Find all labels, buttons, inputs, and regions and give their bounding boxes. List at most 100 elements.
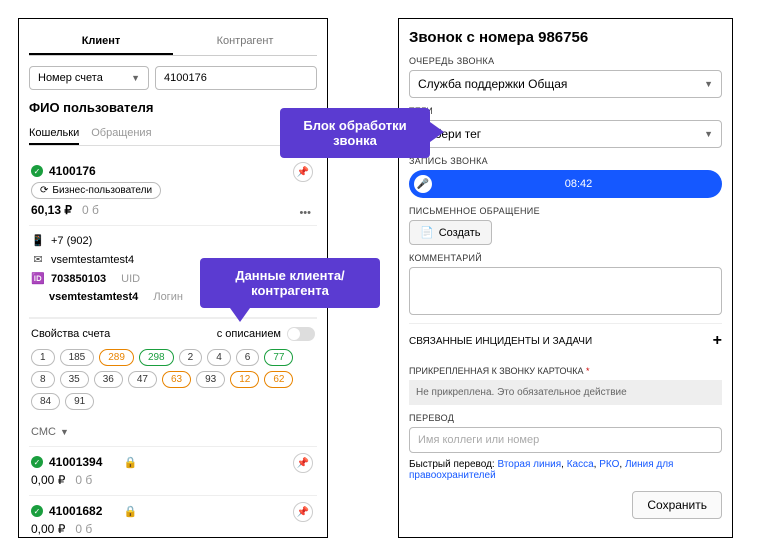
prop-chip[interactable]: 8 bbox=[31, 371, 55, 388]
wallet-bonus: 0 б bbox=[82, 203, 99, 217]
prop-chip[interactable]: 298 bbox=[139, 349, 174, 366]
prop-chip[interactable]: 63 bbox=[162, 371, 191, 388]
comment-label: КОММЕНТАРИЙ bbox=[409, 253, 722, 263]
prop-chip[interactable]: 93 bbox=[196, 371, 225, 388]
create-button[interactable]: 📄 Создать bbox=[409, 220, 492, 245]
written-label: ПИСЬМЕННОЕ ОБРАЩЕНИЕ bbox=[409, 206, 722, 216]
audio-time: 08:42 bbox=[440, 178, 717, 190]
rec-label: ЗАПИСЬ ЗВОНКА bbox=[409, 156, 722, 166]
prop-chip[interactable]: 289 bbox=[99, 349, 134, 366]
props-title: Свойства счета bbox=[31, 328, 110, 340]
prop-chip[interactable]: 35 bbox=[60, 371, 89, 388]
uid-label: UID bbox=[121, 273, 140, 285]
tags-select[interactable]: Выбери тег ▼ bbox=[409, 120, 722, 148]
prop-chip[interactable]: 6 bbox=[236, 349, 260, 366]
desc-toggle[interactable] bbox=[287, 327, 315, 341]
quick-transfer: Быстрый перевод: Вторая линия, Касса, РК… bbox=[409, 459, 722, 481]
prop-chip[interactable]: 36 bbox=[94, 371, 123, 388]
queue-label: ОЧЕРЕДЬ ЗВОНКА bbox=[409, 56, 722, 66]
prop-chip[interactable]: 47 bbox=[128, 371, 157, 388]
audio-player[interactable]: 🎤 08:42 bbox=[409, 170, 722, 198]
mini-wallet: 📌 ✓ 41001394 🔒 0,00 ₽ 0 б bbox=[29, 446, 317, 495]
wallet-number: 41001394 bbox=[49, 455, 102, 469]
prop-chip[interactable]: 4 bbox=[207, 349, 231, 366]
prop-chip[interactable]: 185 bbox=[60, 349, 95, 366]
sms-label: СМС bbox=[31, 426, 56, 438]
mini-balance: 0,00 ₽ bbox=[31, 522, 65, 536]
wallet-number: 4100176 bbox=[49, 164, 96, 178]
card-status: Не прикреплена. Это обязательное действи… bbox=[409, 380, 722, 405]
account-type-select[interactable]: Номер счета ▼ bbox=[29, 66, 149, 90]
comment-textarea[interactable] bbox=[409, 267, 722, 315]
plus-icon[interactable]: + bbox=[713, 332, 722, 350]
chevron-down-icon: ▼ bbox=[131, 73, 140, 83]
save-button[interactable]: Сохранить bbox=[632, 491, 722, 519]
account-props: Свойства счета с описанием 1185289298246… bbox=[29, 318, 317, 418]
wallet-balance: 60,13 ₽ bbox=[31, 203, 72, 217]
pin-icon[interactable]: 📌 bbox=[293, 502, 313, 522]
user-fio-label: ФИО пользователя bbox=[29, 100, 317, 115]
callout-client-data: Данные клиента/контрагента bbox=[200, 258, 380, 308]
wallet-card: 📌 ✓ 4100176 ⟳ Бизнес-пользователи 60,13 … bbox=[29, 156, 317, 226]
pin-icon[interactable]: 📌 bbox=[293, 162, 313, 182]
id-icon: 🆔 bbox=[31, 272, 45, 285]
incidents-label: СВЯЗАННЫЕ ИНЦИДЕНТЫ И ЗАДАЧИ bbox=[409, 336, 592, 347]
lock-icon: 🔒 bbox=[124, 505, 138, 518]
phone-icon: 📱 bbox=[31, 234, 45, 247]
doc-icon: 📄 bbox=[420, 226, 434, 239]
subtabs: Кошельки Обращения bbox=[29, 123, 317, 146]
prop-chip[interactable]: 62 bbox=[264, 371, 293, 388]
quick-link[interactable]: РКО bbox=[599, 459, 619, 470]
refresh-icon: ⟳ bbox=[40, 185, 48, 196]
quick-label: Быстрый перевод: bbox=[409, 459, 495, 470]
queue-select[interactable]: Служба поддержки Общая ▼ bbox=[409, 70, 722, 98]
transfer-input[interactable]: Имя коллеги или номер bbox=[409, 427, 722, 453]
mini-wallet: 📌 ✓ 41001682 🔒 0,00 ₽ 0 б bbox=[29, 495, 317, 538]
account-type-label: Номер счета bbox=[38, 72, 103, 84]
call-panel: Звонок с номера 986756 ОЧЕРЕДЬ ЗВОНКА Сл… bbox=[398, 18, 733, 538]
quick-link[interactable]: Касса bbox=[567, 459, 594, 470]
mini-bonus: 0 б bbox=[75, 522, 92, 536]
prop-chip[interactable]: 2 bbox=[179, 349, 203, 366]
call-title: Звонок с номера 986756 bbox=[409, 29, 722, 46]
check-icon: ✓ bbox=[31, 165, 43, 177]
tab-client[interactable]: Клиент bbox=[29, 29, 173, 55]
prop-chip[interactable]: 84 bbox=[31, 393, 60, 410]
subtab-wallets[interactable]: Кошельки bbox=[29, 123, 79, 145]
lock-icon: 🔒 bbox=[124, 456, 138, 469]
tab-counterparty[interactable]: Контрагент bbox=[173, 29, 317, 55]
card-label: ПРИКРЕПЛЕННАЯ К ЗВОНКУ КАРТОЧКА * bbox=[409, 366, 722, 376]
tags-label: ТЕГИ bbox=[409, 106, 722, 116]
prop-chip[interactable]: 1 bbox=[31, 349, 55, 366]
account-number-input[interactable] bbox=[155, 66, 317, 90]
property-chips: 1 185289 298 24677 8 35 36 47 63 93 12 62 84 91 bbox=[31, 349, 315, 410]
prop-chip[interactable]: 12 bbox=[230, 371, 259, 388]
prop-chip[interactable]: 91 bbox=[65, 393, 94, 410]
toggle-label: с описанием bbox=[217, 328, 281, 340]
email-value: vsemtestamtest4 bbox=[51, 254, 134, 266]
mic-icon: 🎤 bbox=[414, 175, 432, 193]
badge-text: Бизнес-пользователи bbox=[52, 185, 152, 196]
login-value: vsemtestamtest4 bbox=[49, 291, 138, 303]
sms-section[interactable]: СМС ▼ bbox=[29, 418, 317, 446]
quick-link[interactable]: Вторая линия bbox=[497, 459, 561, 470]
create-label: Создать bbox=[439, 227, 481, 239]
incidents-section[interactable]: СВЯЗАННЫЕ ИНЦИДЕНТЫ И ЗАДАЧИ + bbox=[409, 323, 722, 358]
chevron-down-icon: ▼ bbox=[704, 129, 713, 139]
prop-chip[interactable]: 77 bbox=[264, 349, 293, 366]
chevron-down-icon: ▼ bbox=[60, 427, 69, 437]
mini-balance: 0,00 ₽ bbox=[31, 473, 65, 487]
wallet-number: 41001682 bbox=[49, 504, 102, 518]
mini-bonus: 0 б bbox=[75, 473, 92, 487]
chevron-down-icon: ▼ bbox=[704, 79, 713, 89]
check-icon: ✓ bbox=[31, 505, 43, 517]
subtab-requests[interactable]: Обращения bbox=[91, 123, 151, 145]
phone-value: +7 (902) bbox=[51, 235, 92, 247]
more-icon[interactable]: ••• bbox=[299, 207, 311, 219]
pin-icon[interactable]: 📌 bbox=[293, 453, 313, 473]
check-icon: ✓ bbox=[31, 456, 43, 468]
queue-value: Служба поддержки Общая bbox=[418, 77, 567, 91]
transfer-label: ПЕРЕВОД bbox=[409, 413, 722, 423]
mail-icon: ✉ bbox=[31, 253, 45, 266]
callout-call-block: Блок обработки звонка bbox=[280, 108, 430, 158]
